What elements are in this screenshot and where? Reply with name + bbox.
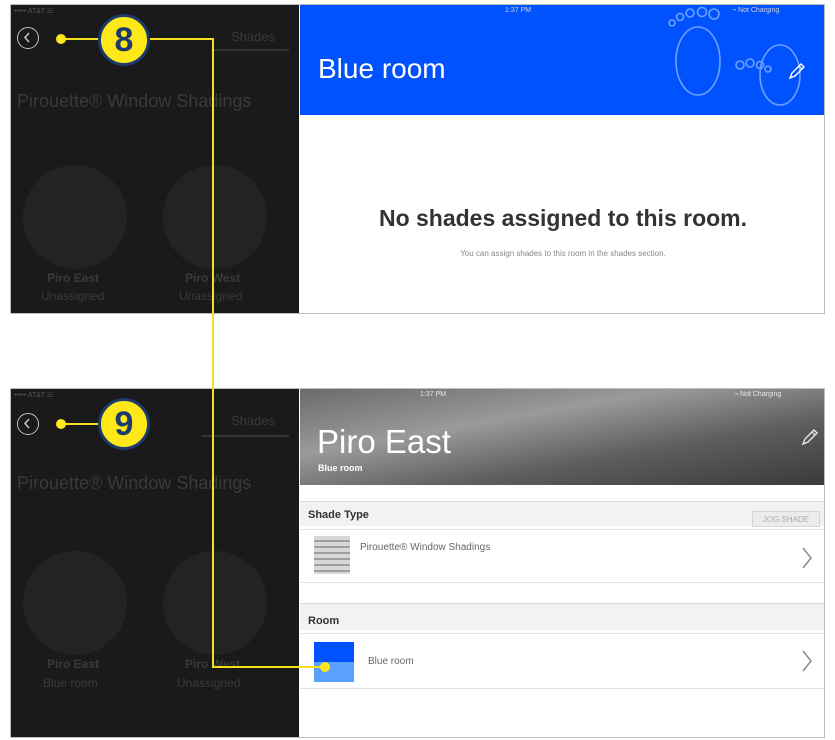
top-room-header: 1:37 PM ¬ Not Charging Blue room <box>300 5 824 115</box>
shade-type-label: Shade Type <box>308 509 369 521</box>
bottom-shade-title: Piro East <box>317 423 451 460</box>
chevron-right-icon <box>802 650 812 672</box>
callout-room-dot <box>320 662 330 672</box>
bottom-shade-thumb-1[interactable] <box>23 551 127 655</box>
room-color-swatch <box>314 642 354 682</box>
empty-heading: No shades assigned to this room. <box>378 205 748 231</box>
room-section-bg <box>300 603 824 630</box>
room-label: Room <box>308 615 340 627</box>
callout-8-dot <box>56 34 66 44</box>
bottom-status-time: 1:37 PM <box>420 391 447 398</box>
top-shade-sub-2: Unassigned <box>179 289 243 303</box>
chevron-right-icon <box>802 547 812 569</box>
room-value: Blue room <box>368 656 414 667</box>
top-room-title: Blue room <box>318 53 446 84</box>
callout-8-badge: 8 <box>98 14 150 66</box>
top-shade-thumb-1[interactable] <box>23 165 127 269</box>
pencil-icon[interactable] <box>787 61 807 81</box>
bottom-sidebar-status: ••••• AT&T ☱ <box>14 392 54 399</box>
bottom-detail-body: Shade Type JOG SHADE Pirouette® Window S… <box>300 485 824 737</box>
top-shade-thumb-2[interactable] <box>163 165 267 269</box>
shade-type-value: Pirouette® Window Shadings <box>360 542 491 553</box>
top-sidebar-tab-underline <box>211 49 289 51</box>
bottom-shade-sub-1: Blue room <box>43 676 98 690</box>
bottom-shade-subtitle: Blue room <box>318 463 363 473</box>
back-circle-icon[interactable] <box>17 413 39 435</box>
top-sidebar-tab-shades[interactable]: Shades <box>231 29 275 44</box>
bottom-status-battery: ¬ Not Charging <box>734 391 782 398</box>
top-status-time: 1:37 PM <box>505 7 532 14</box>
top-sidebar-title: Pirouette® Window Shadings <box>17 91 252 111</box>
shade-type-row[interactable]: Pirouette® Window Shadings <box>300 529 824 583</box>
empty-subtext: You can assign shades to this room in th… <box>460 249 666 258</box>
back-circle-icon[interactable] <box>17 27 39 49</box>
bottom-shade-header: 1:37 PM ¬ Not Charging Piro East Blue ro… <box>300 389 824 485</box>
jog-shade-button[interactable]: JOG SHADE <box>752 511 820 527</box>
bottom-shade-thumb-2[interactable] <box>163 551 267 655</box>
bottom-sidebar-tab-underline <box>201 435 289 437</box>
top-sidebar-status: ••••• AT&T ☱ <box>14 8 54 15</box>
footprints-icon <box>668 6 801 106</box>
top-sidebar: ••••• AT&T ☱ Shades Pirouette® Window Sh… <box>11 5 299 313</box>
bottom-sidebar-title: Pirouette® Window Shadings <box>17 473 252 493</box>
top-shade-name-1: Piro East <box>47 271 100 285</box>
room-row[interactable]: Blue room <box>300 633 824 689</box>
callout-9-dot <box>56 419 66 429</box>
pencil-icon[interactable] <box>800 427 820 447</box>
bottom-shade-sub-2: Unassigned <box>177 676 241 690</box>
callout-connector-to-room <box>212 666 326 668</box>
top-empty-state: No shades assigned to this room. You can… <box>300 115 824 313</box>
callout-9-badge: 9 <box>98 398 150 450</box>
bottom-shade-name-1: Piro East <box>47 657 100 671</box>
callout-8-connector-h <box>150 38 214 40</box>
top-shade-sub-1: Unassigned <box>41 289 105 303</box>
shade-thumbnail <box>314 536 350 574</box>
shade-type-section-bg <box>300 501 824 526</box>
callout-connector-v <box>212 38 214 668</box>
bottom-sidebar-tab-shades[interactable]: Shades <box>231 413 275 428</box>
bottom-sidebar: ••••• AT&T ☱ Shades Pirouette® Window Sh… <box>11 389 299 737</box>
